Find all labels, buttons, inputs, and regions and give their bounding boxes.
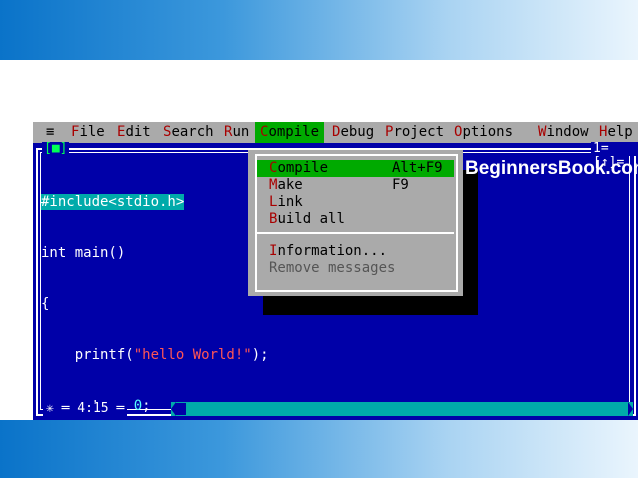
selected-text: #include<stdio.h>: [41, 194, 185, 210]
dropdown-item-make[interactable]: Make F9: [257, 177, 454, 194]
code-line: #include<stdio.h>: [41, 194, 269, 211]
menu-help[interactable]: Help: [599, 122, 633, 143]
menu-run[interactable]: Run: [224, 122, 249, 143]
string-literal: "hello World!": [133, 347, 252, 363]
menu-options[interactable]: Options: [454, 122, 513, 143]
menu-compile[interactable]: Compile: [255, 122, 325, 143]
cursor-position: ✳ ═ 4:15 ═: [43, 402, 128, 416]
system-menu[interactable]: ≡: [46, 122, 54, 143]
watermark: BeginnersBook.com: [465, 158, 638, 179]
dropdown-item-information[interactable]: Information...: [257, 243, 454, 260]
scroll-thumb[interactable]: [176, 403, 186, 415]
slide-top-band: [0, 0, 638, 60]
dropdown-item-link[interactable]: Link: [257, 194, 454, 211]
shortcut-label: Alt+F9: [392, 160, 443, 176]
code-editor[interactable]: #include<stdio.h> int main() { printf("h…: [41, 160, 269, 420]
dropdown-item-compile[interactable]: Compile Alt+F9: [257, 160, 454, 177]
menu-debug[interactable]: Debug: [332, 122, 374, 143]
number-literal: 0: [133, 398, 143, 414]
slide-bottom-band: [0, 420, 638, 478]
code-line: int main(): [41, 245, 126, 261]
dropdown-item-build-all[interactable]: Build all: [257, 211, 454, 228]
dropdown-separator: [257, 232, 454, 234]
scroll-right-icon[interactable]: [628, 402, 633, 416]
shortcut-label: F9: [392, 177, 409, 193]
window-title-controls[interactable]: 1=[↑]=: [591, 142, 638, 170]
menu-window[interactable]: Window: [538, 122, 589, 143]
compile-dropdown-menu: Compile Alt+F9 Make F9 Link Build all In…: [248, 150, 463, 296]
menu-file[interactable]: File: [71, 122, 105, 143]
horizontal-scrollbar[interactable]: [171, 402, 633, 416]
menu-project[interactable]: Project: [385, 122, 444, 143]
menu-search[interactable]: Search: [163, 122, 214, 143]
dropdown-item-remove-messages: Remove messages: [269, 260, 396, 276]
window-close-box[interactable]: [■]: [42, 142, 70, 156]
menu-bar: ≡ File Edit Search Run Compile Debug Pro…: [33, 122, 638, 143]
menu-edit[interactable]: Edit: [117, 122, 151, 143]
turbo-c-screen: ≡ File Edit Search Run Compile Debug Pro…: [33, 122, 638, 420]
code-line: printf("hello World!");: [41, 347, 269, 363]
code-line: {: [41, 296, 50, 312]
